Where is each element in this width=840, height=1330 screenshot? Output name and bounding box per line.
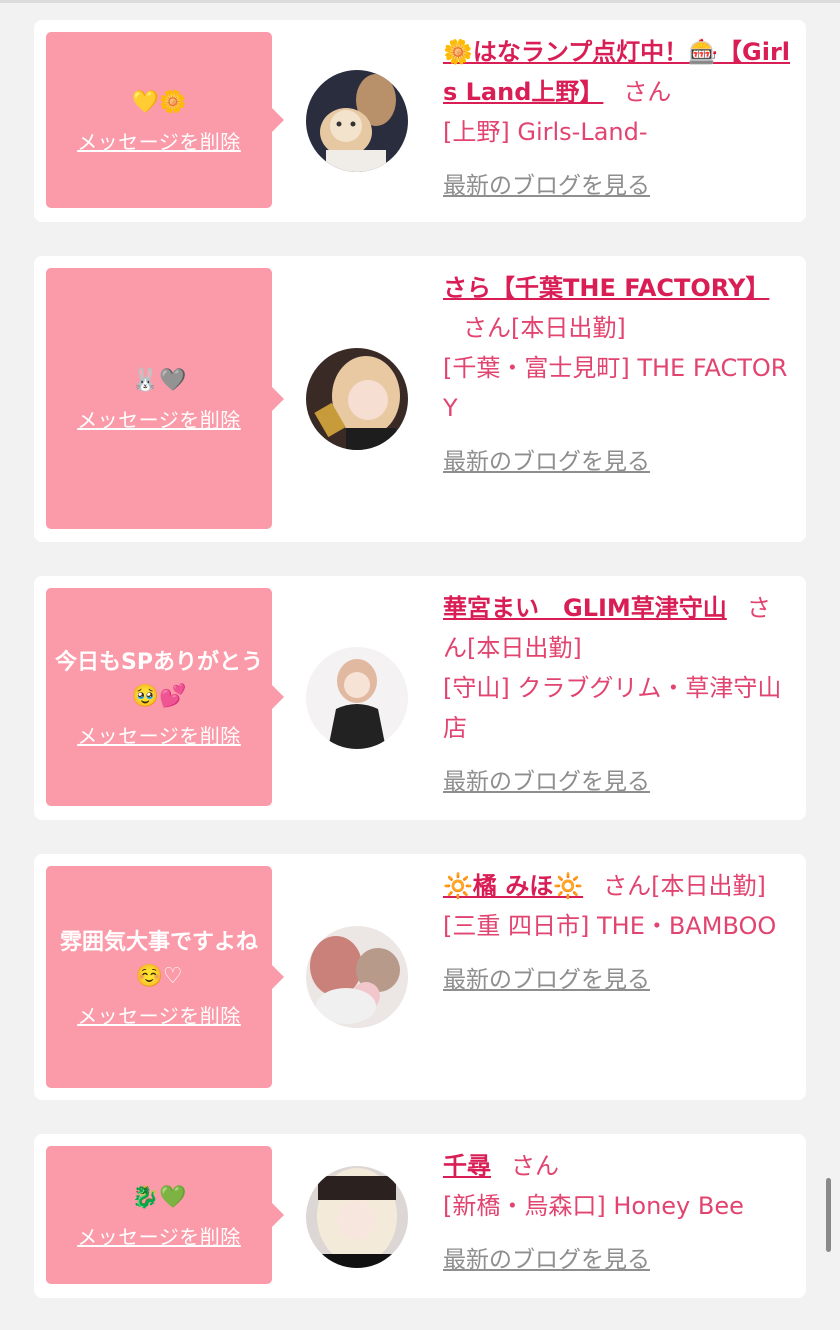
san-suffix: さん [623,78,672,106]
delete-message-link[interactable]: メッセージを削除 [77,404,241,433]
delete-message-link[interactable]: メッセージを削除 [77,1221,241,1250]
delete-message-link[interactable]: メッセージを削除 [77,1000,241,1029]
cast-name-link[interactable]: 千尋 [443,1152,491,1180]
cast-status: [本日出勤] [651,872,766,900]
latest-blog-link[interactable]: 最新のブログを見る [443,762,793,802]
cast-name-link[interactable]: さら【千葉THE FACTORY】 [443,274,769,302]
delete-message-link[interactable]: メッセージを削除 [77,720,241,749]
cast-info: 華宮まい GLIM草津守山 さん[本日出勤] [守山] クラブグリム・草津守山店 … [443,588,793,802]
avatar[interactable] [306,926,408,1028]
message-bubble: 💛🌼 メッセージを削除 [46,32,284,208]
cast-info: 🔆橘 みほ🔆 さん[本日出勤] [三重 四日市] THE・BAMBOO 最新のブロ… [443,866,793,1000]
avatar[interactable] [306,1166,408,1268]
avatar[interactable] [306,70,408,172]
delete-message-link[interactable]: メッセージを削除 [77,126,241,155]
message-text: 🐉💚 [131,1184,187,1210]
message-card: 今日もSPありがとう🥹💕 メッセージを削除 華宮まい GLIM草津守山 さん[本日… [34,576,806,820]
message-card: 💛🌼 メッセージを削除 🌼はなランプ点灯中！🎰【Girls Land上野】 さん … [34,20,806,222]
cast-status: [本日出勤] [467,634,582,662]
message-card: 🐰🩶 メッセージを削除 さら【千葉THE FACTORY】さん[本日出勤] [千… [34,256,806,542]
shop-label: [上野] Girls-Land- [443,118,648,146]
cast-info: 千尋 さん [新橋・烏森口] Honey Bee 最新のブログを見る [443,1146,793,1280]
san-suffix: さん [463,314,511,342]
message-text: 今日もSPありがとう🥹💕 [55,649,263,709]
message-card: 🐉💚 メッセージを削除 千尋 さん [新橋・烏森口] Honey Bee 最新のブ… [34,1134,806,1298]
latest-blog-link[interactable]: 最新のブログを見る [443,166,793,206]
shop-label: [新橋・烏森口] Honey Bee [443,1192,744,1220]
message-text: 💛🌼 [131,89,187,115]
cast-name-link[interactable]: 🌼はなランプ点灯中！🎰【Girls Land上野】 [443,38,790,106]
cast-info: さら【千葉THE FACTORY】さん[本日出勤] [千葉・富士見町] THE … [443,268,793,482]
avatar[interactable] [306,348,408,450]
latest-blog-link[interactable]: 最新のブログを見る [443,1240,793,1280]
message-bubble: 雰囲気大事ですよね☺️♡ メッセージを削除 [46,866,284,1088]
shop-label: [千葉・富士見町] THE FACTORY [443,354,788,422]
message-card: 雰囲気大事ですよね☺️♡ メッセージを削除 🔆橘 みほ🔆 さん[本日出勤] [三重… [34,854,806,1100]
message-bubble: 今日もSPありがとう🥹💕 メッセージを削除 [46,588,284,806]
top-divider [0,0,840,3]
latest-blog-link[interactable]: 最新のブログを見る [443,960,793,1000]
san-suffix: さん [603,872,652,900]
message-bubble: 🐰🩶 メッセージを削除 [46,268,284,529]
san-suffix: さん [511,1152,559,1180]
message-text: 雰囲気大事ですよね☺️♡ [59,929,258,989]
cast-name-link[interactable]: 華宮まい GLIM草津守山 [443,594,727,622]
cast-status: [本日出勤] [511,314,626,342]
message-bubble: 🐉💚 メッセージを削除 [46,1146,284,1284]
message-text: 🐰🩶 [131,368,187,393]
avatar[interactable] [306,647,408,749]
latest-blog-link[interactable]: 最新のブログを見る [443,442,793,482]
cast-name-link[interactable]: 🔆橘 みほ🔆 [443,872,583,900]
scrollbar[interactable] [826,1178,831,1252]
shop-label: [守山] クラブグリム・草津守山店 [443,674,782,742]
cast-info: 🌼はなランプ点灯中！🎰【Girls Land上野】 さん [上野] Girls-L… [443,32,793,206]
shop-label: [三重 四日市] THE・BAMBOO [443,912,777,940]
